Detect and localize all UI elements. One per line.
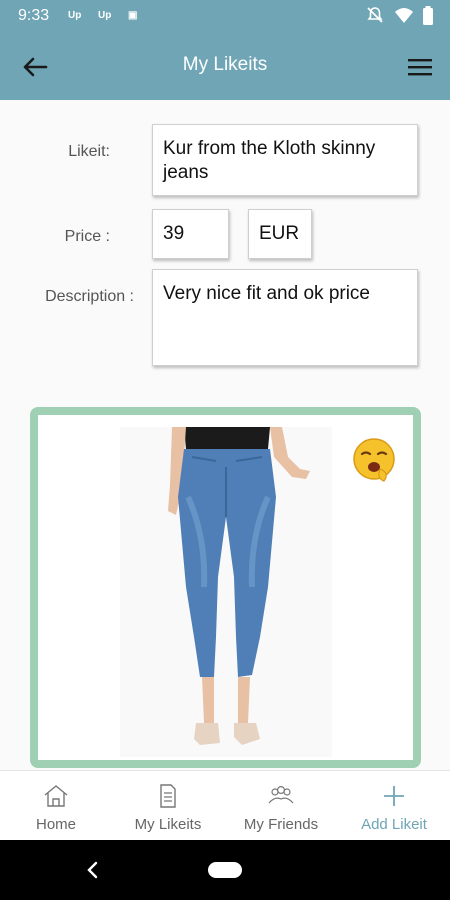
home-icon bbox=[44, 785, 68, 807]
likeit-label: Likeit: bbox=[68, 143, 110, 160]
currency-field[interactable]: EUR bbox=[248, 209, 312, 259]
hamburger-icon[interactable] bbox=[406, 54, 434, 80]
people-icon bbox=[268, 785, 294, 804]
nav-my-friends-label: My Friends bbox=[243, 816, 319, 833]
mute-icon bbox=[367, 7, 383, 23]
status-time: 9:33 bbox=[18, 7, 50, 24]
nav-my-friends[interactable]: My Friends bbox=[225, 771, 337, 841]
nav-home[interactable]: Home bbox=[0, 771, 112, 841]
description-label: Description : bbox=[45, 288, 134, 305]
status-bar: 9:33 Up Up ▣ bbox=[0, 0, 450, 32]
product-photo-frame bbox=[30, 407, 421, 768]
page-title: My Likeits bbox=[182, 54, 268, 75]
nav-home-label: Home bbox=[35, 816, 76, 833]
notification-icon-up: Up bbox=[68, 10, 82, 21]
jeans-image bbox=[168, 427, 310, 745]
nav-add-likeit[interactable]: Add Likeit bbox=[338, 771, 450, 841]
battery-icon bbox=[423, 6, 433, 25]
system-home-pill[interactable] bbox=[208, 862, 242, 878]
product-photo[interactable] bbox=[120, 427, 332, 757]
price-field[interactable]: 39 bbox=[152, 209, 229, 259]
description-field[interactable]: Very nice fit and ok price bbox=[152, 269, 418, 366]
bottom-navigation: Home My Likeits My Friends Add Likeit bbox=[0, 770, 450, 840]
document-icon bbox=[160, 784, 176, 808]
notification-icon-box: ▣ bbox=[128, 10, 138, 21]
system-navigation-bar bbox=[0, 840, 450, 900]
wifi-icon bbox=[395, 8, 413, 23]
plus-icon bbox=[384, 786, 404, 806]
system-back-icon[interactable] bbox=[86, 860, 100, 880]
price-label: Price : bbox=[64, 228, 110, 245]
nav-my-likeits[interactable]: My Likeits bbox=[112, 771, 224, 841]
nav-add-likeit-label: Add Likeit bbox=[361, 816, 427, 833]
yawning-face-emoji-icon[interactable] bbox=[352, 435, 396, 485]
app-bar: My Likeits bbox=[0, 32, 450, 100]
notification-icon-up-2: Up bbox=[98, 10, 112, 21]
nav-my-likeits-label: My Likeits bbox=[134, 816, 202, 833]
likeit-name-field[interactable]: Kur from the Kloth skinny jeans bbox=[152, 124, 418, 196]
